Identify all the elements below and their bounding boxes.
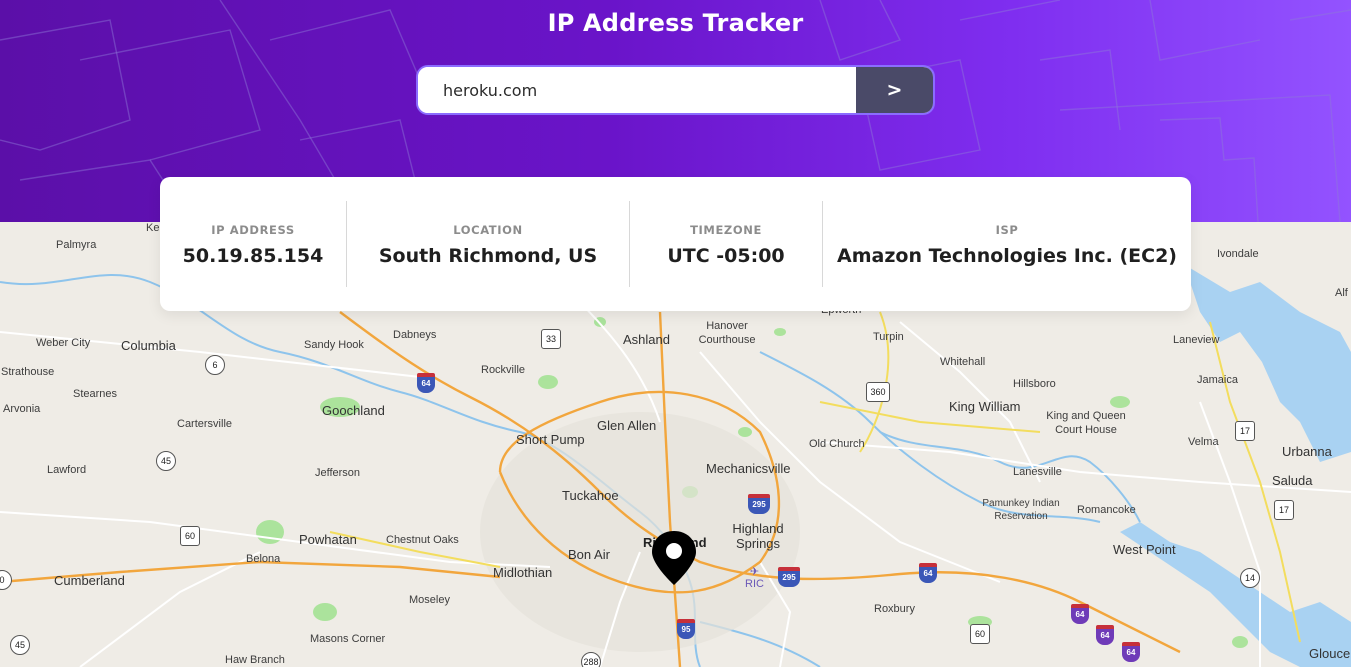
info-card: IP ADDRESS 50.19.85.154 LOCATION South R… [160, 177, 1191, 311]
interstate-shield: 64 [1071, 604, 1089, 624]
place-label: Columbia [121, 338, 176, 353]
place-label: Sandy Hook [304, 339, 364, 351]
place-label: Ivondale [1217, 248, 1259, 260]
place-label: Palmyra [56, 239, 97, 251]
place-label: Stearnes [73, 388, 118, 400]
info-label: LOCATION [453, 223, 523, 237]
info-isp: ISP Amazon Technologies Inc. (EC2) [823, 177, 1191, 311]
place-label: Highland Springs [732, 521, 784, 551]
page-title: IP Address Tracker [547, 9, 804, 37]
info-value: 50.19.85.154 [182, 245, 324, 267]
place-label: Masons Corner [310, 633, 386, 645]
place-label: King William [949, 399, 1021, 414]
place-label: Haw Branch [225, 654, 285, 666]
place-label: Rockville [481, 364, 526, 376]
place-label: Weber City [36, 337, 91, 349]
place-label: Romancoke [1077, 504, 1136, 516]
place-label: Whitehall [940, 356, 986, 368]
info-value: Amazon Technologies Inc. (EC2) [837, 245, 1177, 267]
info-label: ISP [995, 223, 1019, 237]
route-shield: 60 [180, 526, 200, 546]
place-label: Belona [246, 553, 281, 565]
interstate-shield: 64 [919, 563, 937, 583]
info-label: TIMEZONE [690, 223, 762, 237]
route-shield: 14 [1240, 568, 1260, 588]
place-label: Saluda [1272, 473, 1313, 488]
search-input[interactable] [418, 67, 856, 113]
place-label: Dabneys [393, 329, 437, 341]
place-label: Strathouse [1, 366, 55, 378]
place-label: Roxbury [874, 603, 915, 615]
place-label: Laneview [1173, 334, 1220, 346]
place-label: Old Church [809, 438, 865, 450]
place-label: Pamunkey Indian Reservation [982, 498, 1060, 522]
place-label: Mechanicsville [706, 461, 791, 476]
place-label: Jamaica [1197, 374, 1238, 386]
place-label: Ashland [623, 332, 670, 347]
route-shield: 288 [581, 652, 601, 667]
place-label: Lawford [47, 464, 87, 476]
place-label: Chestnut Oaks [386, 534, 459, 546]
interstate-shield: 64 [1096, 625, 1114, 645]
place-label: Cartersville [177, 418, 233, 430]
place-label: Jefferson [315, 467, 361, 479]
route-shield: 33 [541, 329, 561, 349]
place-label: Turpin [873, 331, 904, 343]
route-shield: 60 [970, 624, 990, 644]
place-label: Ke [146, 222, 160, 234]
place-label: Glouce [1309, 646, 1351, 661]
place-label: Glen Allen [597, 418, 657, 433]
interstate-shield: 95 [677, 619, 695, 639]
place-label: Bon Air [568, 547, 610, 562]
interstate-shield: 64 [417, 373, 435, 393]
place-label: Powhatan [299, 532, 357, 547]
place-label: Alf [1335, 287, 1348, 299]
airport-marker: ✈ RIC [745, 565, 764, 590]
place-label: King and Queen Court House [1046, 410, 1126, 436]
interstate-shield: 295 [748, 494, 770, 514]
place-label: Cumberland [54, 573, 125, 588]
place-label: Lanesville [1013, 466, 1062, 478]
place-label: Urbanna [1282, 444, 1332, 459]
search-form: > [416, 65, 935, 115]
route-shield: 6 [205, 355, 225, 375]
place-label: Moseley [409, 594, 450, 606]
info-ip-address: IP ADDRESS 50.19.85.154 [160, 177, 346, 311]
info-timezone: TIMEZONE UTC -05:00 [630, 177, 822, 311]
airplane-icon: ✈ [749, 566, 760, 578]
airport-code: RIC [745, 578, 764, 590]
info-value: UTC -05:00 [667, 245, 785, 267]
info-label: IP ADDRESS [211, 223, 295, 237]
info-location: LOCATION South Richmond, US [347, 177, 629, 311]
place-label: Hillsboro [1013, 378, 1056, 390]
route-shield: 17 [1235, 421, 1255, 441]
place-label: Hanover Courthouse [698, 320, 756, 346]
place-label: Tuckahoe [562, 488, 619, 503]
interstate-shield: 64 [1122, 642, 1140, 662]
place-label: Arvonia [3, 403, 41, 415]
info-value: South Richmond, US [378, 245, 598, 267]
interstate-shield: 295 [778, 567, 800, 587]
search-submit-button[interactable]: > [856, 67, 933, 113]
place-label: West Point [1113, 542, 1176, 557]
route-shield: 360 [866, 382, 890, 402]
place-label: Goochland [322, 403, 385, 418]
place-label: Short Pump [516, 432, 585, 447]
route-shield: 45 [156, 451, 176, 471]
place-label: Midlothian [493, 565, 553, 580]
place-label: Velma [1188, 436, 1219, 448]
route-shield: 17 [1274, 500, 1294, 520]
route-shield: 45 [10, 635, 30, 655]
